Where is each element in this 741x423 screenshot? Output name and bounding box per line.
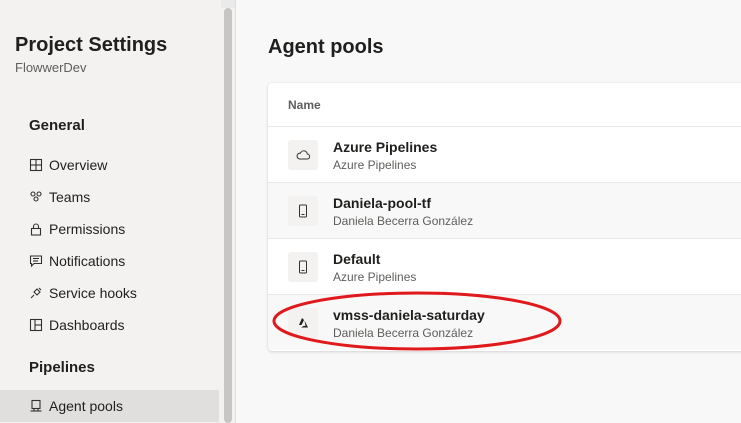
project-settings-sidebar: Project Settings FlowwerDev General Over… — [0, 0, 221, 423]
sidebar-item-label: Dashboards — [49, 317, 125, 333]
sidebar-item-permissions[interactable]: Permissions — [0, 213, 219, 245]
service-hooks-icon — [29, 286, 43, 300]
pool-name[interactable]: Azure Pipelines — [333, 139, 437, 155]
device-icon — [288, 196, 318, 226]
sidebar-item-notifications[interactable]: Notifications — [0, 245, 219, 277]
sidebar-item-label: Service hooks — [49, 285, 137, 301]
dashboards-icon — [29, 318, 43, 332]
device-icon — [288, 252, 318, 282]
table-row[interactable]: Daniela-pool-tf Daniela Becerra González — [268, 182, 741, 238]
sidebar-item-service-hooks[interactable]: Service hooks — [0, 277, 219, 309]
pool-name[interactable]: Daniela-pool-tf — [333, 195, 431, 211]
sidebar-title: Project Settings — [15, 34, 168, 56]
section-heading-general: General — [29, 117, 85, 134]
agent-pools-icon — [29, 399, 43, 413]
page-title: Agent pools — [268, 36, 384, 58]
pool-owner: Azure Pipelines — [333, 158, 417, 172]
sidebar-item-overview[interactable]: Overview — [0, 149, 219, 181]
table-row[interactable]: Azure Pipelines Azure Pipelines — [268, 126, 741, 182]
notification-icon — [29, 254, 43, 268]
overview-icon — [29, 158, 43, 172]
section-heading-pipelines: Pipelines — [29, 359, 95, 376]
sidebar-item-label: Overview — [49, 157, 108, 173]
sidebar-item-label: Notifications — [49, 253, 126, 269]
lock-icon — [29, 222, 43, 236]
table-row[interactable]: vmss-daniela-saturday Daniela Becerra Go… — [268, 294, 741, 350]
pool-owner: Daniela Becerra González — [333, 214, 474, 228]
pool-owner: Daniela Becerra González — [333, 326, 474, 340]
sidebar-project-name: FlowwerDev — [15, 60, 87, 75]
teams-icon — [29, 190, 43, 204]
sidebar-item-agent-pools[interactable]: Agent pools — [0, 390, 219, 422]
pool-name[interactable]: Default — [333, 251, 380, 267]
cloud-icon — [288, 140, 318, 170]
agent-pools-table: Name Azure Pipelines Azure Pipelines Dan… — [268, 83, 741, 351]
table-row[interactable]: Default Azure Pipelines — [268, 238, 741, 294]
sidebar-item-dashboards[interactable]: Dashboards — [0, 309, 219, 341]
sidebar-scrollbar[interactable] — [224, 8, 232, 423]
sidebar-item-label: Teams — [49, 189, 91, 205]
sidebar-item-label: Permissions — [49, 221, 126, 237]
pool-owner: Azure Pipelines — [333, 270, 417, 284]
azure-icon — [288, 308, 318, 338]
sidebar-item-label: Agent pools — [49, 398, 123, 414]
pool-name[interactable]: vmss-daniela-saturday — [333, 307, 485, 323]
sidebar-item-teams[interactable]: Teams — [0, 181, 219, 213]
column-header-name[interactable]: Name — [288, 98, 321, 112]
